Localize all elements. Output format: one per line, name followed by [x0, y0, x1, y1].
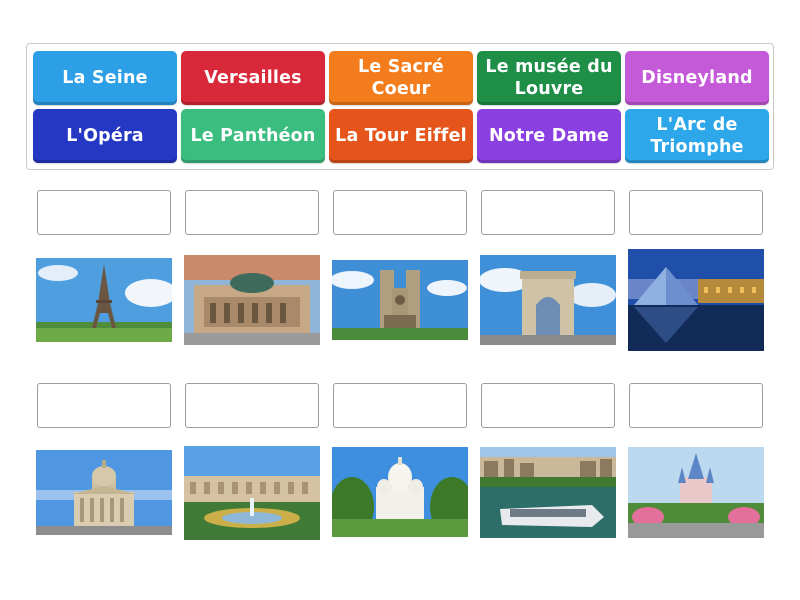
tile-le-sacre-coeur[interactable]: Le Sacré Coeur — [329, 51, 473, 105]
opera-garnier-photo — [184, 255, 320, 345]
tile-la-tour-eiffel[interactable]: La Tour Eiffel — [329, 109, 473, 163]
sacre-coeur-photo — [332, 447, 468, 537]
pantheon-photo — [36, 450, 172, 535]
word-bank: La Seine Versailles Le Sacré Coeur Le mu… — [26, 43, 774, 170]
drop-zone-5[interactable] — [629, 190, 763, 235]
drop-zone-1[interactable] — [37, 190, 171, 235]
notre-dame-photo — [332, 260, 468, 340]
drop-zone-10[interactable] — [629, 383, 763, 428]
tile-l-arc-de-triomphe[interactable]: L'Arc de Triomphe — [625, 109, 769, 163]
tile-le-pantheon[interactable]: Le Panthéon — [181, 109, 325, 163]
eiffel-tower-photo — [36, 258, 172, 342]
tile-la-seine[interactable]: La Seine — [33, 51, 177, 105]
drop-zone-4[interactable] — [481, 190, 615, 235]
drop-zone-6[interactable] — [37, 383, 171, 428]
louvre-pyramid-photo — [628, 249, 764, 351]
tile-notre-dame[interactable]: Notre Dame — [477, 109, 621, 163]
drop-zone-3[interactable] — [333, 190, 467, 235]
drop-zone-9[interactable] — [481, 383, 615, 428]
versailles-photo — [184, 446, 320, 540]
arc-de-triomphe-photo — [480, 255, 616, 345]
seine-boat-photo — [480, 447, 616, 538]
drop-zone-7[interactable] — [185, 383, 319, 428]
drop-zone-8[interactable] — [333, 383, 467, 428]
drop-zone-2[interactable] — [185, 190, 319, 235]
tile-versailles[interactable]: Versailles — [181, 51, 325, 105]
tile-le-musee-du-louvre[interactable]: Le musée du Louvre — [477, 51, 621, 105]
disneyland-castle-photo — [628, 447, 764, 538]
tile-disneyland[interactable]: Disneyland — [625, 51, 769, 105]
tile-l-opera[interactable]: L'Opéra — [33, 109, 177, 163]
